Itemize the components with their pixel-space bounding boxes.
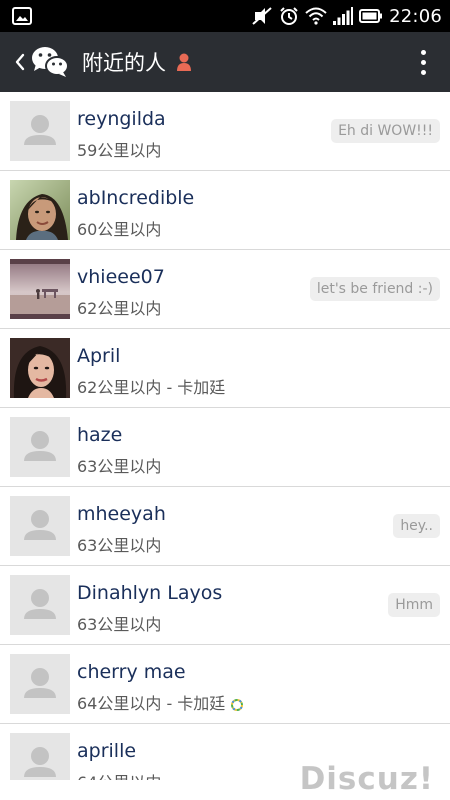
more-dot — [420, 49, 426, 55]
default-avatar-icon — [10, 496, 70, 556]
person-distance: 63公里以内 — [77, 536, 162, 555]
person-name: reyngilda — [77, 108, 166, 130]
status-bar: 22:06 — [0, 0, 450, 32]
back-chevron-icon — [15, 53, 25, 71]
default-avatar-icon — [10, 654, 70, 714]
default-avatar-icon — [10, 417, 70, 477]
moments-icon — [231, 696, 244, 711]
page-title: 附近的人 — [82, 51, 166, 75]
default-avatar-icon — [10, 733, 70, 780]
nearby-people-list: reyngilda 59公里以内 Eh di WOW!!! abIncredib… — [0, 92, 450, 780]
toolbar: 附近的人 — [0, 32, 450, 92]
status-clock: 22:06 — [389, 5, 442, 27]
wifi-icon — [305, 7, 327, 25]
avatar — [10, 654, 70, 714]
battery-icon — [359, 9, 383, 23]
person-distance: 64公里以内 - 卡加廷 — [77, 690, 244, 714]
list-item[interactable]: haze 63公里以内 — [0, 408, 450, 487]
default-avatar-icon — [10, 575, 70, 635]
person-name: haze — [77, 424, 123, 446]
avatar — [10, 496, 70, 556]
status-bubble: Eh di WOW!!! — [331, 119, 440, 143]
list-item[interactable]: reyngilda 59公里以内 Eh di WOW!!! — [0, 92, 450, 171]
person-distance: 60公里以内 — [77, 220, 162, 239]
list-item[interactable]: abIncredible 60公里以内 — [0, 171, 450, 250]
photo-girl-2 — [10, 338, 70, 398]
person-distance: 62公里以内 - 卡加廷 — [77, 378, 226, 397]
default-avatar-icon — [10, 101, 70, 161]
avatar — [10, 180, 70, 240]
list-item[interactable]: cherry mae 64公里以内 - 卡加廷 — [0, 645, 450, 724]
more-button[interactable] — [416, 32, 430, 92]
female-icon — [176, 52, 192, 72]
person-distance: 64公里以内 — [77, 769, 161, 780]
page-title-wrap: 附近的人 — [82, 32, 192, 92]
watermark: Discuz! — [299, 761, 434, 797]
list-item[interactable]: April 62公里以内 - 卡加廷 — [0, 329, 450, 408]
avatar — [10, 417, 70, 477]
more-dot — [420, 69, 426, 75]
photo-girl-1 — [10, 180, 70, 240]
photo-scene — [10, 259, 70, 319]
person-distance: 62公里以内 — [77, 299, 162, 318]
avatar — [10, 259, 70, 319]
silent-icon — [251, 6, 273, 26]
wechat-logo-icon — [30, 44, 70, 80]
person-distance: 59公里以内 — [77, 141, 162, 160]
list-item[interactable]: Dinahlyn Layos 63公里以内 Hmm — [0, 566, 450, 645]
person-distance: 63公里以内 — [77, 615, 162, 634]
back-button[interactable] — [10, 32, 30, 92]
person-name: mheeyah — [77, 503, 166, 525]
person-name: abIncredible — [77, 187, 195, 209]
avatar — [10, 575, 70, 635]
alarm-icon — [279, 6, 299, 26]
more-dot — [420, 59, 426, 65]
image-notification-icon — [12, 6, 32, 26]
person-distance: 63公里以内 — [77, 457, 162, 476]
avatar — [10, 733, 70, 780]
list-item[interactable]: mheeyah 63公里以内 hey.. — [0, 487, 450, 566]
status-bubble: Hmm — [388, 593, 440, 617]
status-bubble: let's be friend :-) — [309, 277, 440, 301]
status-icons: 22:06 — [251, 0, 442, 32]
list-item[interactable]: vhieee07 62公里以内 let's be friend :-) — [0, 250, 450, 329]
signal-icon — [333, 7, 354, 25]
person-name: aprille — [77, 740, 137, 762]
avatar — [10, 338, 70, 398]
person-name: vhieee07 — [77, 266, 165, 288]
status-bubble: hey.. — [393, 514, 440, 538]
person-name: Dinahlyn Layos — [77, 582, 223, 604]
person-name: cherry mae — [77, 661, 186, 683]
avatar — [10, 101, 70, 161]
person-name: April — [77, 345, 121, 367]
